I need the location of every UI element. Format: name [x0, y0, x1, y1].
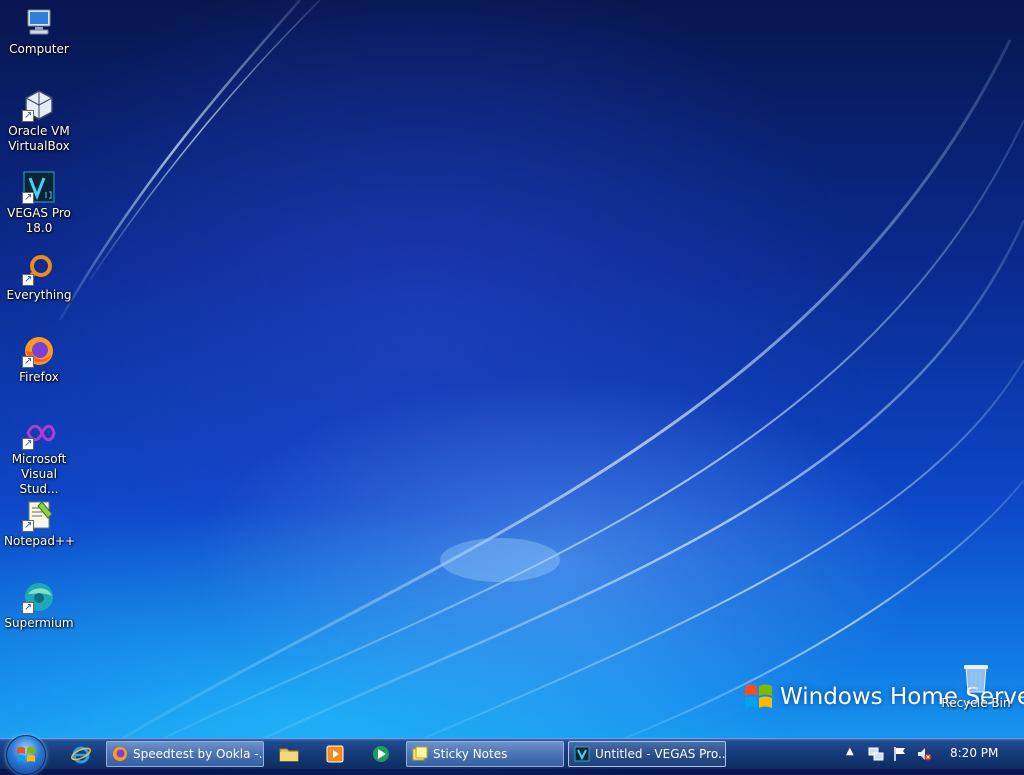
taskbar-button-vegas-pro[interactable]: Untitled - VEGAS Pro... [568, 741, 726, 767]
shortcut-arrow-icon [22, 436, 34, 451]
visual-studio-icon [22, 416, 56, 451]
computer-icon [22, 6, 56, 40]
desktop-icon-computer[interactable]: Computer [4, 6, 74, 57]
internet-explorer-icon[interactable] [70, 743, 92, 765]
notepad-plus-plus-icon [22, 498, 56, 533]
taskbar-button-label: Untitled - VEGAS Pro... [595, 747, 726, 761]
vegas-pro-icon [22, 170, 56, 205]
media-center-icon[interactable] [370, 743, 392, 765]
desktop-icon-label: Firefox [19, 370, 59, 384]
firefox-icon [22, 334, 56, 369]
desktop-icon-label: Notepad++ [4, 534, 76, 548]
desktop-icon-label: Supermium [4, 616, 74, 630]
taskbar-button-sticky-notes[interactable]: Sticky Notes [406, 741, 564, 767]
clock[interactable]: 8:20 PM [950, 746, 998, 760]
shortcut-arrow-icon [22, 600, 34, 615]
network-icon[interactable] [868, 746, 884, 762]
taskbar-button-label: Sticky Notes [433, 747, 508, 761]
volume-muted-icon[interactable] [916, 746, 932, 762]
show-hidden-icons-arrow[interactable]: ▲ [846, 746, 854, 757]
desktop-icon-label: VEGAS Pro 18.0 [7, 206, 71, 235]
action-center-flag-icon[interactable] [892, 746, 908, 762]
everything-search-icon [22, 252, 56, 287]
desktop-icon-virtualbox[interactable]: Oracle VM VirtualBox [4, 88, 74, 154]
windows-start-orb-icon [17, 747, 35, 762]
firefox-icon [112, 746, 128, 762]
virtualbox-icon [22, 88, 56, 123]
desktop-icon-label: Oracle VM VirtualBox [8, 124, 70, 153]
desktop-icon-visual-studio[interactable]: Microsoft Visual Stud... [4, 416, 74, 497]
vegas-pro-icon [574, 746, 590, 762]
media-player-icon[interactable] [324, 743, 346, 765]
wallpaper-swooshes [58, 0, 1024, 740]
shortcut-arrow-icon [22, 518, 34, 533]
desktop-icon-label: Recycle Bin [941, 696, 1011, 710]
taskbar-button-firefox[interactable]: Speedtest by Ookla -... [106, 741, 264, 767]
shortcut-arrow-icon [22, 108, 34, 123]
shortcut-arrow-icon [22, 354, 34, 369]
desktop-icon-notepad-plus-plus[interactable]: Notepad++ [4, 498, 76, 549]
taskbar-button-label: Speedtest by Ookla -... [133, 747, 264, 761]
desktop-icon-label: Microsoft Visual Stud... [11, 452, 67, 496]
sticky-notes-icon [412, 746, 428, 762]
desktop-icon-recycle-bin[interactable]: Recycle Bin [940, 662, 1012, 710]
shortcut-arrow-icon [22, 190, 34, 205]
desktop-icon-label: Everything [6, 288, 72, 302]
desktop-icon-vegas-pro[interactable]: VEGAS Pro 18.0 [4, 170, 74, 236]
desktop-icon-label: Computer [9, 42, 69, 56]
file-explorer-icon[interactable] [278, 743, 300, 765]
desktop-icon-firefox[interactable]: Firefox [4, 334, 74, 385]
taskbar: Speedtest by Ookla -... Sticky Notes Unt… [0, 735, 1024, 775]
recycle-bin-icon [961, 662, 991, 694]
start-button[interactable] [6, 735, 46, 775]
shortcut-arrow-icon [22, 272, 34, 287]
windows-flag-logo-icon [742, 680, 776, 714]
desktop-icon-everything[interactable]: Everything [4, 252, 74, 303]
desktop-icon-supermium[interactable]: Supermium [4, 580, 74, 631]
system-tray: ▲ 8:20 PM [840, 739, 1024, 769]
supermium-browser-icon [22, 580, 56, 615]
